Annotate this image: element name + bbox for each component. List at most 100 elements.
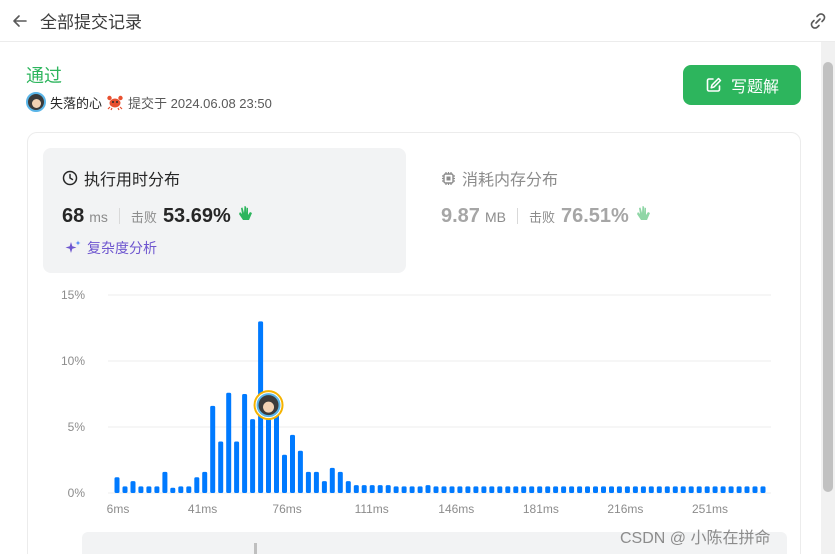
- chart-bar[interactable]: [154, 486, 160, 493]
- chart-bar[interactable]: [593, 486, 598, 493]
- chart-bar[interactable]: [704, 486, 710, 493]
- chart-bar[interactable]: [282, 454, 287, 493]
- x-tick-label: 146ms: [438, 502, 474, 516]
- chart-bar[interactable]: [728, 486, 734, 493]
- chart-bar[interactable]: [465, 486, 471, 493]
- chart-bar[interactable]: [114, 477, 120, 493]
- chart-bar[interactable]: [234, 441, 240, 494]
- chart-bar[interactable]: [760, 486, 766, 493]
- chart-bar[interactable]: [656, 486, 662, 493]
- scrollbar[interactable]: [821, 42, 835, 554]
- chart-bar[interactable]: [385, 485, 391, 493]
- chart-bar[interactable]: [401, 486, 407, 493]
- chart-bar[interactable]: [632, 486, 638, 493]
- divider: [118, 208, 120, 224]
- chart-bar[interactable]: [664, 486, 670, 493]
- chart-bar[interactable]: [529, 486, 535, 493]
- chart-bar[interactable]: [736, 486, 742, 493]
- chart-bar[interactable]: [345, 481, 351, 493]
- chart-bar[interactable]: [505, 486, 511, 493]
- chart-bar[interactable]: [417, 486, 423, 493]
- chart-bar[interactable]: [393, 486, 399, 493]
- chart-bar[interactable]: [441, 486, 447, 493]
- back-button[interactable]: [0, 0, 40, 42]
- y-tick-label: 10%: [61, 354, 85, 368]
- chart-bar[interactable]: [425, 485, 431, 493]
- chart-bar[interactable]: [409, 486, 415, 493]
- chart-bar[interactable]: [648, 486, 654, 493]
- chart-bar[interactable]: [752, 486, 758, 493]
- username[interactable]: 失落的心: [50, 93, 102, 112]
- chart-bar[interactable]: [290, 434, 295, 493]
- runtime-unit: ms: [89, 209, 108, 225]
- chart-bar[interactable]: [329, 467, 335, 493]
- chart-bar[interactable]: [178, 486, 184, 493]
- chart-bar[interactable]: [712, 486, 718, 493]
- chart-bar[interactable]: [218, 441, 224, 494]
- chart-bar[interactable]: [569, 486, 575, 493]
- chart-bar[interactable]: [744, 486, 750, 493]
- chart-bar[interactable]: [624, 486, 630, 493]
- chart-bar[interactable]: [545, 486, 551, 493]
- chart-bar[interactable]: [577, 486, 583, 493]
- chart-bar[interactable]: [361, 485, 367, 493]
- chart-bar[interactable]: [481, 486, 487, 493]
- chart-bar[interactable]: [720, 486, 726, 493]
- chart-bar[interactable]: [616, 486, 622, 493]
- chart-bar[interactable]: [513, 486, 519, 493]
- chart-bar[interactable]: [274, 413, 279, 493]
- chart-bar[interactable]: [305, 471, 311, 493]
- chart-bar[interactable]: [497, 486, 503, 493]
- chart-bar[interactable]: [537, 486, 543, 493]
- chart-bar[interactable]: [449, 486, 455, 493]
- y-tick-label: 5%: [68, 420, 86, 434]
- link-icon[interactable]: [807, 10, 829, 32]
- chart-bar[interactable]: [321, 481, 327, 493]
- write-solution-button[interactable]: 写题解: [683, 65, 801, 105]
- chart-bar[interactable]: [130, 481, 136, 493]
- chart-bar[interactable]: [585, 486, 590, 493]
- scrollbar-thumb[interactable]: [823, 62, 833, 492]
- runtime-title: 执行用时分布: [62, 166, 180, 190]
- chart-bar[interactable]: [369, 485, 375, 493]
- chart-bar[interactable]: [250, 419, 256, 493]
- chart-bar[interactable]: [297, 450, 303, 493]
- memory-title: 消耗内存分布: [441, 166, 558, 190]
- chart-bar[interactable]: [521, 486, 527, 493]
- complexity-analysis-link[interactable]: 复杂度分析: [64, 238, 157, 258]
- range-slider-handle[interactable]: [254, 543, 257, 554]
- chart-bar[interactable]: [609, 486, 614, 493]
- chart-bar[interactable]: [170, 487, 176, 493]
- my-submission-marker[interactable]: [253, 390, 284, 421]
- chart-bar[interactable]: [138, 486, 144, 493]
- chart-bar[interactable]: [377, 485, 383, 493]
- chart-bar[interactable]: [473, 486, 479, 493]
- submission-meta: 失落的心 提交于 2024.06.08 23:50: [26, 92, 272, 112]
- memory-value: 9.87: [441, 205, 480, 227]
- chart-bar[interactable]: [122, 486, 128, 493]
- chart-bar[interactable]: [266, 419, 271, 493]
- chart-bar[interactable]: [210, 405, 216, 493]
- chart-bar[interactable]: [672, 486, 678, 493]
- chart-bar[interactable]: [601, 486, 606, 493]
- chart-bar[interactable]: [242, 394, 248, 493]
- chart-bar[interactable]: [353, 485, 359, 493]
- chart-bar[interactable]: [489, 486, 495, 493]
- chart-bar[interactable]: [696, 486, 702, 493]
- chart-bar[interactable]: [202, 471, 208, 493]
- chart-bar[interactable]: [313, 471, 319, 493]
- chart-bar[interactable]: [194, 477, 200, 493]
- chart-bar[interactable]: [457, 486, 463, 493]
- chart-bar[interactable]: [433, 486, 439, 493]
- chart-bar[interactable]: [688, 486, 694, 493]
- chart-bar[interactable]: [162, 471, 168, 493]
- chart-bar[interactable]: [561, 486, 567, 493]
- avatar[interactable]: [26, 92, 46, 112]
- chart-bar[interactable]: [337, 471, 343, 493]
- chart-bar[interactable]: [226, 392, 232, 493]
- chart-bar[interactable]: [680, 486, 686, 493]
- chart-bar[interactable]: [186, 486, 192, 493]
- chart-bar[interactable]: [553, 486, 559, 493]
- chart-bar[interactable]: [146, 486, 152, 493]
- chart-bar[interactable]: [640, 486, 646, 493]
